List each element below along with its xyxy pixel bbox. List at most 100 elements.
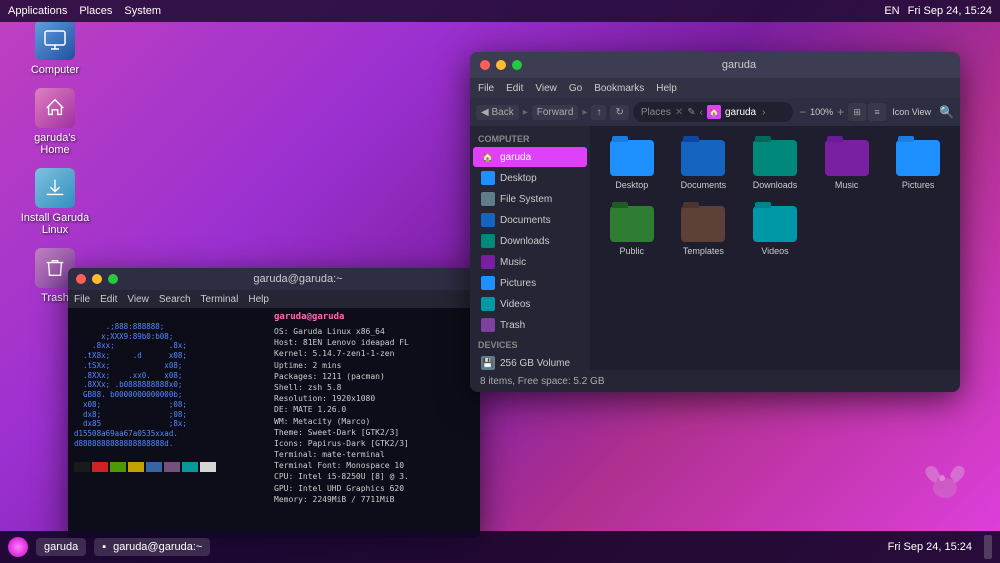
- top-bar: Applications Places System EN Fri Sep 24…: [0, 0, 1000, 22]
- terminal-menu-help[interactable]: Help: [248, 294, 269, 305]
- sidebar-item-music[interactable]: Music: [473, 252, 587, 272]
- folder-public[interactable]: Public: [600, 202, 664, 260]
- computer-icon: [43, 28, 67, 52]
- fm-address-bar: Places ✕ ✎ ‹ 🏠 garuda ›: [633, 102, 793, 122]
- folder-templates-icon: [681, 206, 725, 242]
- terminal-ascii-art: .;888:888888; x;XXX9:89b0:b08; .8xx; .8x…: [74, 312, 266, 534]
- folder-templates-label: Templates: [683, 246, 724, 256]
- folder-public-icon: [610, 206, 654, 242]
- taskbar-show-desktop-btn[interactable]: [984, 535, 992, 559]
- sidebar-label-documents: Documents: [500, 215, 551, 226]
- terminal-menu-view[interactable]: View: [127, 294, 149, 305]
- fm-close-btn[interactable]: [480, 60, 490, 70]
- fm-icon-view-btn[interactable]: ⊞: [848, 103, 866, 121]
- sidebar-item-downloads[interactable]: Downloads: [473, 231, 587, 251]
- icon-home-label: garuda's Home: [20, 132, 90, 156]
- system-menu[interactable]: System: [124, 5, 161, 17]
- sidebar-icon-trash: [481, 318, 495, 332]
- sidebar-label-downloads: Downloads: [500, 236, 549, 247]
- fm-current-location: garuda: [725, 107, 756, 118]
- fm-menu-edit[interactable]: Edit: [506, 83, 523, 94]
- places-menu[interactable]: Places: [79, 5, 112, 17]
- terminal-menu-file[interactable]: File: [74, 294, 90, 305]
- taskbar-terminal-icon: ▪: [102, 541, 106, 553]
- taskbar-terminal-label: garuda@garuda:~: [113, 541, 202, 553]
- top-bar-right: EN Fri Sep 24, 15:24: [884, 5, 992, 17]
- sidebar-label-filesystem: File System: [500, 194, 552, 205]
- sidebar-icon-videos: [481, 297, 495, 311]
- terminal-right-panel: garuda@garuda OS: Garuda Linux x86_64 Ho…: [274, 312, 474, 534]
- fm-sep2: ▸: [582, 107, 587, 118]
- fm-status-text: 8 items, Free space: 5.2 GB: [480, 376, 605, 387]
- color-blocks: [74, 462, 266, 472]
- fm-addr-sep1: ✕: [675, 107, 683, 118]
- terminal-close-btn[interactable]: [76, 274, 86, 284]
- folder-desktop[interactable]: Desktop: [600, 136, 664, 194]
- fm-forward-btn[interactable]: Forward: [532, 105, 579, 120]
- taskbar-garuda-icon[interactable]: [8, 537, 28, 557]
- taskbar-time: Fri Sep 24, 15:24: [888, 541, 972, 553]
- desktop-icons: Computer garuda's Home Install Garuda Li…: [20, 20, 90, 304]
- folder-desktop-icon: [610, 140, 654, 176]
- sidebar-icon-downloads: [481, 234, 495, 248]
- fm-minimize-btn[interactable]: [496, 60, 506, 70]
- sidebar-item-garuda[interactable]: 🏠 garuda: [473, 147, 587, 167]
- fm-menu-help[interactable]: Help: [656, 83, 677, 94]
- taskbar-right: Fri Sep 24, 15:24: [888, 541, 972, 553]
- garuda-bird-decoration: [920, 458, 970, 503]
- install-icon: [44, 177, 66, 199]
- folder-pictures[interactable]: Pictures: [886, 136, 950, 194]
- sidebar-item-volume[interactable]: 💾 256 GB Volume: [473, 353, 587, 370]
- sidebar-item-documents[interactable]: Documents: [473, 210, 587, 230]
- folder-music[interactable]: Music: [815, 136, 879, 194]
- folder-videos-label: Videos: [761, 246, 788, 256]
- fm-list-view-btn[interactable]: ≡: [868, 103, 886, 121]
- fm-up-btn[interactable]: ↑: [591, 105, 606, 120]
- sidebar-label-volume: 256 GB Volume: [500, 358, 570, 369]
- fm-sep1: ▸: [523, 107, 528, 118]
- fm-zoom-in-btn[interactable]: +: [837, 105, 844, 119]
- terminal-minimize-btn[interactable]: [92, 274, 102, 284]
- home-icon: [44, 97, 66, 119]
- folder-downloads[interactable]: Downloads: [743, 136, 807, 194]
- fm-menu-view[interactable]: View: [535, 83, 557, 94]
- fm-zoom-out-btn[interactable]: −: [799, 105, 806, 119]
- sidebar-item-filesystem[interactable]: File System: [473, 189, 587, 209]
- terminal-maximize-btn[interactable]: [108, 274, 118, 284]
- fm-sidebar: Computer 🏠 garuda Desktop File System Do…: [470, 126, 590, 370]
- sidebar-icon-garuda: 🏠: [481, 150, 495, 164]
- icon-install[interactable]: Install Garuda Linux: [20, 168, 90, 236]
- folder-pictures-icon: [896, 140, 940, 176]
- fm-menu-file[interactable]: File: [478, 83, 494, 94]
- icon-install-label: Install Garuda Linux: [20, 212, 90, 236]
- sidebar-item-pictures[interactable]: Pictures: [473, 273, 587, 293]
- applications-menu[interactable]: Applications: [8, 5, 67, 17]
- terminal-menu-edit[interactable]: Edit: [100, 294, 117, 305]
- icon-computer[interactable]: Computer: [20, 20, 90, 76]
- fm-addr-sep3: ‹: [700, 107, 703, 118]
- sidebar-label-garuda: garuda: [500, 152, 531, 163]
- folder-documents[interactable]: Documents: [672, 136, 736, 194]
- terminal-menu-terminal[interactable]: Terminal: [201, 294, 239, 305]
- taskbar-item-terminal[interactable]: ▪ garuda@garuda:~: [94, 538, 210, 556]
- taskbar-item-garuda[interactable]: garuda: [36, 538, 86, 556]
- sidebar-icon-filesystem: [481, 192, 495, 206]
- sidebar-item-videos[interactable]: Videos: [473, 294, 587, 314]
- fm-menu-go[interactable]: Go: [569, 83, 582, 94]
- fm-menu-bookmarks[interactable]: Bookmarks: [594, 83, 644, 94]
- lang-indicator: EN: [884, 5, 899, 17]
- folder-videos[interactable]: Videos: [743, 202, 807, 260]
- fm-location-icon: 🏠: [707, 105, 721, 119]
- terminal-menu-search[interactable]: Search: [159, 294, 191, 305]
- sidebar-item-trash[interactable]: Trash: [473, 315, 587, 335]
- sidebar-item-desktop[interactable]: Desktop: [473, 168, 587, 188]
- fm-maximize-btn[interactable]: [512, 60, 522, 70]
- folder-templates[interactable]: Templates: [672, 202, 736, 260]
- fm-content: Desktop Documents Downloads Music Pictur…: [590, 126, 960, 370]
- neofetch-name: garuda@garuda: [274, 312, 474, 322]
- fm-back-btn[interactable]: ◀ Back: [476, 105, 519, 120]
- sidebar-icon-music: [481, 255, 495, 269]
- fm-reload-btn[interactable]: ↻: [610, 105, 628, 120]
- fm-search-btn[interactable]: 🔍: [939, 105, 954, 119]
- icon-home[interactable]: garuda's Home: [20, 88, 90, 156]
